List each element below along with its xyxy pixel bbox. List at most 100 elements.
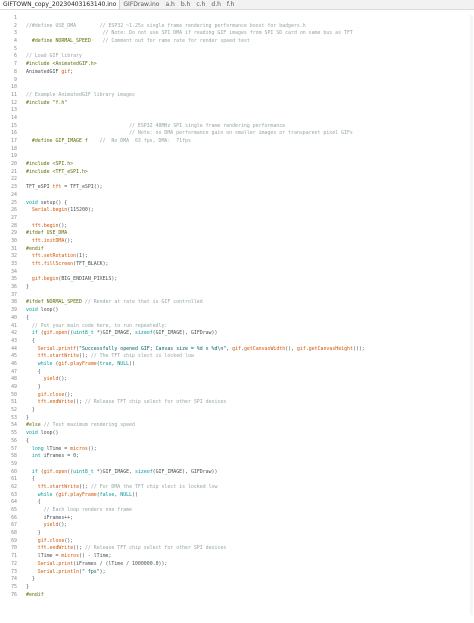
- line-number: 38: [11, 299, 17, 306]
- code-text: gif.close();: [37, 391, 74, 398]
- code-text: #include <AnimatedGIF.h>: [26, 61, 97, 68]
- code-text: if (gif.open((uint8_t *)GIF_IMAGE, sizeo…: [31, 468, 218, 475]
- code-text: }: [26, 576, 35, 583]
- code-line: 73 Serial.println(" fps");: [0, 569, 474, 577]
- code-line: 12 #include "f.h": [0, 100, 474, 108]
- line-number: 14: [11, 114, 17, 121]
- code-line: 9: [0, 77, 474, 85]
- code-line: 49 }: [0, 384, 474, 392]
- code-text: #define GIF_IMAGE f // No DMA 63 fps, DM…: [26, 138, 191, 144]
- line-number: 52: [11, 407, 17, 414]
- line-number: 76: [11, 591, 17, 598]
- code-text: void setup() {: [26, 199, 68, 206]
- line-number: 20: [11, 161, 17, 168]
- line-number: 57: [11, 445, 17, 452]
- tab-4[interactable]: c.h: [193, 0, 208, 9]
- code-line: 22: [0, 176, 474, 184]
- code-line: 5: [0, 46, 474, 54]
- line-number: 56: [11, 437, 17, 444]
- code-line: 34: [0, 269, 474, 277]
- code-line: 54 #else // Test maximum rendering speed: [0, 422, 474, 430]
- code-line: 26 Serial.begin(115200);: [0, 207, 474, 215]
- line-number: 30: [11, 237, 17, 244]
- line-number: 43: [11, 337, 17, 344]
- line-number: 75: [11, 583, 17, 590]
- line-number: 23: [11, 184, 17, 191]
- line-number: 53: [11, 414, 17, 421]
- tab-6[interactable]: f.h: [224, 0, 237, 9]
- code-text: {: [26, 476, 35, 483]
- line-number: 28: [11, 222, 17, 229]
- tab-0[interactable]: GIFTOWN_copy_20230403163140.ino: [0, 0, 121, 9]
- code-text: gif.begin(BIG_ENDIAN_PIXELS);: [31, 276, 118, 283]
- code-text: tft.initDMA();: [31, 237, 74, 244]
- code-line: 51 tft.endWrite(); // Release TFT chip s…: [0, 399, 474, 407]
- code-line: 21 #include <TFT_eSPI.h>: [0, 169, 474, 177]
- line-number: 1: [14, 15, 17, 21]
- line-number: 19: [11, 153, 17, 160]
- line-number: 33: [11, 261, 17, 267]
- code-line: 56 {: [0, 438, 474, 446]
- code-text: // Load GIF library: [26, 53, 82, 60]
- code-line: 57 long lTime = micros();: [0, 446, 474, 454]
- code-line: 29 #ifdef USE_DMA: [0, 230, 474, 238]
- code-line: 41 // Put your main code here, to run re…: [0, 323, 474, 331]
- line-number: 64: [11, 499, 17, 506]
- code-line: 45 tft.startWrite(); // The TFT chip sle…: [0, 353, 474, 361]
- code-text: Serial.begin(115200);: [31, 207, 94, 214]
- line-number: 70: [11, 545, 17, 552]
- line-number: 67: [11, 522, 17, 529]
- tab-3[interactable]: b.h: [178, 0, 194, 9]
- code-line: 75}: [0, 584, 474, 592]
- line-number: 50: [11, 391, 17, 398]
- line-number: 31: [11, 245, 17, 252]
- code-line: 48 yield();: [0, 376, 474, 384]
- line-number: 32: [11, 253, 17, 260]
- code-text: }: [26, 384, 41, 390]
- line-number: 68: [11, 530, 17, 537]
- code-line: 63 while (gif.playFrame(false, NULL)): [0, 492, 474, 500]
- vertical-scrollbar[interactable]: [470, 15, 473, 615]
- line-number: 47: [11, 368, 17, 375]
- line-number: 40: [11, 314, 17, 321]
- code-text: #endif: [26, 245, 44, 252]
- code-text: void loop(): [26, 430, 59, 437]
- line-number: 61: [11, 476, 17, 483]
- code-line: 4 #define NORMAL_SPEED // Comment out fo…: [0, 38, 474, 46]
- code-line: 72 Serial.print(iFrames / (lTime / 10000…: [0, 561, 474, 569]
- line-number: 25: [11, 199, 17, 206]
- line-number: 71: [11, 553, 17, 560]
- line-number: 69: [11, 537, 17, 544]
- code-editor[interactable]: 1 2 //#define USE_DMA // ESP32 ~1.25x sing…: [0, 15, 474, 599]
- line-number: 41: [11, 322, 17, 329]
- code-line: 58 int iFrames = 0;: [0, 453, 474, 461]
- line-number: 42: [11, 330, 17, 337]
- code-line: 28 tft.begin();: [0, 223, 474, 231]
- code-line: 13: [0, 107, 474, 115]
- code-line: 33 tft.fillScreen(TFT_BLACK);: [0, 261, 474, 269]
- line-number: 66: [11, 514, 17, 521]
- code-text: void loop(): [26, 307, 59, 314]
- line-number: 51: [11, 399, 17, 406]
- code-text: int iFrames = 0;: [31, 453, 80, 460]
- line-number: 29: [11, 230, 17, 237]
- code-text: #endif: [26, 591, 44, 598]
- line-number: 35: [11, 276, 17, 283]
- tab-1[interactable]: GIFDraw.ino: [120, 0, 162, 9]
- tab-2[interactable]: a.h: [162, 0, 177, 9]
- code-text: {: [26, 337, 35, 344]
- line-number: 63: [11, 491, 17, 498]
- code-text: TFT_eSPI tft = TFT_eSPI();: [26, 184, 103, 191]
- code-line: 74 }: [0, 576, 474, 584]
- code-text: //#define USE_DMA // ESP32 ~1.25x single…: [26, 22, 306, 29]
- line-number: 9: [14, 76, 17, 83]
- code-line: 47 {: [0, 369, 474, 377]
- tab-5[interactable]: d.h: [208, 0, 224, 9]
- code-text: tft.startWrite(); // For DMA the TFT chi…: [37, 483, 218, 490]
- line-number: 6: [14, 53, 17, 60]
- line-number: 37: [11, 291, 17, 298]
- code-text: }: [26, 414, 29, 421]
- code-text: gif.close();: [37, 537, 74, 544]
- code-line: 62 tft.startWrite(); // For DMA the TFT …: [0, 484, 474, 492]
- code-text: // Put your main code here, to run repea…: [31, 322, 168, 329]
